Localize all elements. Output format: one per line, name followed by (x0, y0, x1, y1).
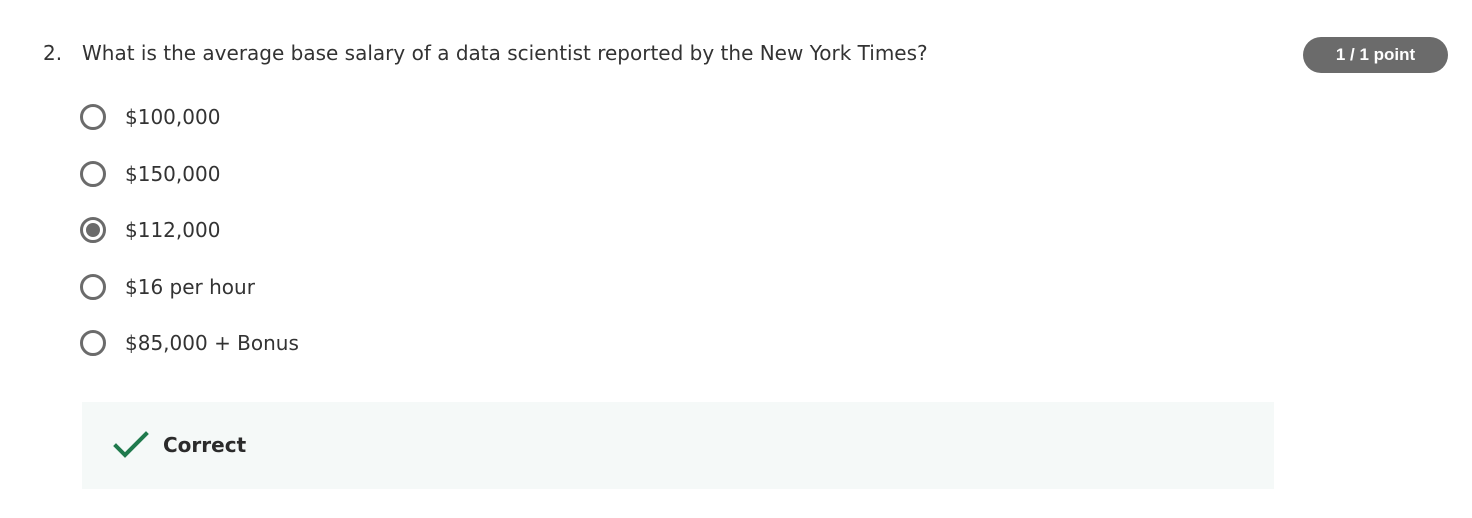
radio-button[interactable] (80, 273, 106, 300)
option-label: $85,000 + Bonus (125, 331, 299, 355)
question-number: 2. (43, 41, 63, 65)
points-badge: 1 / 1 point (1303, 37, 1448, 73)
question-text: What is the average base salary of a dat… (82, 41, 928, 65)
answer-options: $100,000 $150,000 $112,000 $16 per hour … (80, 100, 299, 383)
feedback-text: Correct (163, 433, 247, 457)
option-150000[interactable]: $150,000 (80, 157, 299, 191)
radio-button[interactable] (80, 160, 106, 187)
option-16-per-hour[interactable]: $16 per hour (80, 270, 299, 304)
option-85000-bonus[interactable]: $85,000 + Bonus (80, 326, 299, 360)
option-label: $16 per hour (125, 274, 255, 299)
option-label: $112,000 (125, 218, 221, 242)
option-label: $150,000 (125, 161, 221, 186)
option-label: $100,000 (125, 105, 221, 129)
feedback-panel: Correct (82, 402, 1274, 489)
radio-button-selected[interactable] (80, 217, 106, 243)
radio-button[interactable] (80, 104, 106, 130)
option-112000[interactable]: $112,000 (80, 213, 299, 247)
radio-button[interactable] (80, 330, 106, 356)
checkmark-icon (113, 431, 149, 458)
option-100000[interactable]: $100,000 (80, 100, 299, 134)
